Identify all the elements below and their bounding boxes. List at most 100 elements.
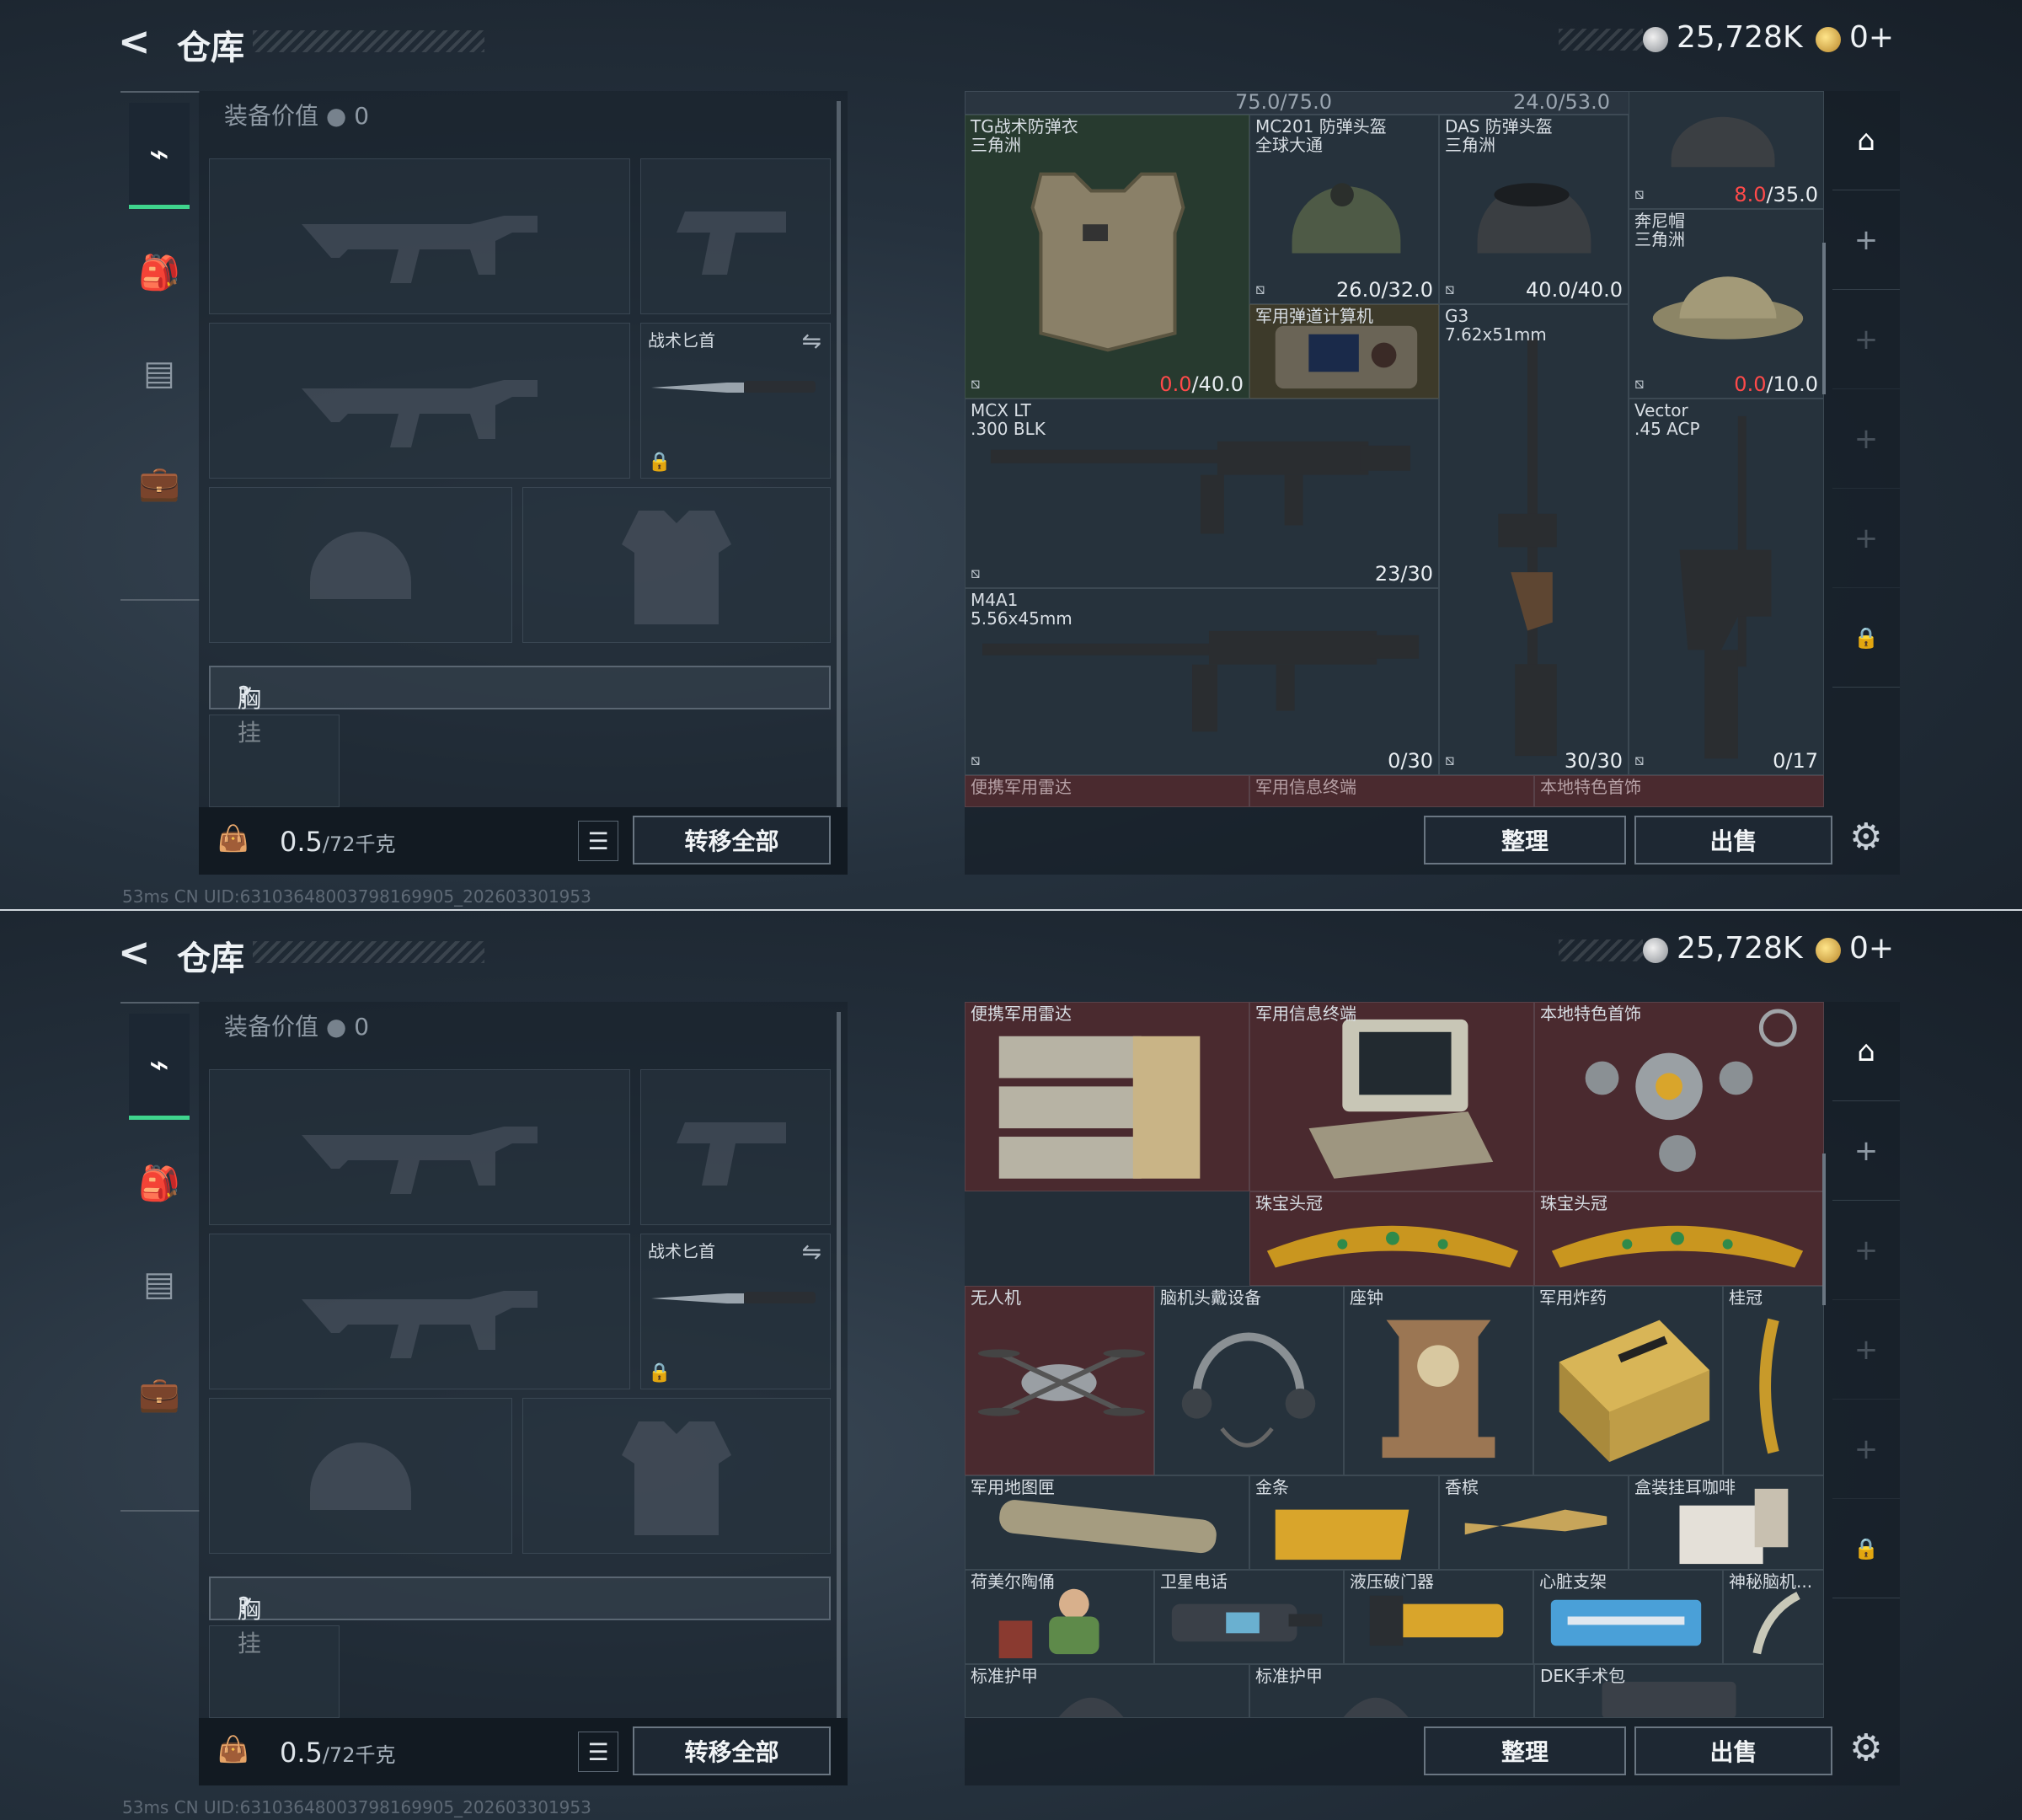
add-page-icon[interactable]: + bbox=[1832, 489, 1900, 588]
stash-item[interactable]: 军用炸药 bbox=[1533, 1286, 1723, 1475]
stash-item[interactable]: 神秘脑机... bbox=[1723, 1570, 1824, 1664]
pistol-slot[interactable] bbox=[640, 1069, 831, 1225]
chest-rig-grid[interactable] bbox=[209, 715, 340, 807]
help-icon[interactable]: ? bbox=[238, 681, 250, 709]
sell-button[interactable]: 出售 bbox=[1634, 816, 1832, 864]
stash-item[interactable]: 桂冠 bbox=[1723, 1286, 1824, 1475]
armor-slot[interactable] bbox=[522, 487, 831, 643]
screenshot-bottom: < 仓库 25,728K 0+ ⌁ 🎒 ▤ 💼 装备价值 ● 0 战术匕首 ⇋ bbox=[0, 911, 2022, 1820]
gold-balance[interactable]: 0+ bbox=[1849, 20, 1894, 55]
stash-item[interactable]: M4A1 5.56x45mm ⧅ 0/30 bbox=[965, 588, 1439, 775]
item-name: 珠宝头冠 bbox=[1540, 1193, 1607, 1213]
item-name: M4A1 5.56x45mm bbox=[971, 590, 1073, 629]
stash-item[interactable]: 标准护甲 bbox=[1249, 1664, 1534, 1718]
back-arrow-icon[interactable]: < bbox=[118, 19, 151, 64]
gear-icon[interactable]: ⚙ bbox=[1849, 816, 1882, 859]
stash-panel: 75.0/75.0 24.0/53.0 TG战术防弹衣 三角洲 ⧅ 0.0/40… bbox=[965, 91, 1900, 875]
pistol-slot[interactable] bbox=[640, 158, 831, 314]
sort-button[interactable]: 整理 bbox=[1424, 1726, 1626, 1775]
stash-item[interactable]: 无人机 bbox=[965, 1286, 1154, 1475]
case-tab-icon[interactable]: 💼 bbox=[129, 430, 190, 536]
stash-item[interactable]: 本地特色首饰 bbox=[1534, 775, 1824, 807]
knife-label: 战术匕首 bbox=[648, 330, 715, 351]
chest-rig-slot[interactable]: 胸挂 ? bbox=[209, 1576, 831, 1657]
transfer-all-button[interactable]: 转移全部 bbox=[633, 816, 831, 864]
swap-icon[interactable]: ⇋ bbox=[802, 1238, 821, 1266]
stash-item[interactable]: 卫星电话 bbox=[1154, 1570, 1344, 1664]
scrollbar[interactable] bbox=[837, 1012, 841, 1720]
gold-balance[interactable]: 0+ bbox=[1849, 931, 1894, 966]
stash-item[interactable]: 奔尼帽 三角洲 ⧅ 0.0/10.0 bbox=[1629, 209, 1824, 399]
stash-item[interactable]: 珠宝头冠 bbox=[1249, 1191, 1534, 1286]
add-page-icon[interactable]: + bbox=[1832, 1101, 1900, 1201]
add-page-icon[interactable]: + bbox=[1832, 1300, 1900, 1400]
stash-item[interactable]: 脑机头戴设备 bbox=[1154, 1286, 1344, 1475]
gear-icon[interactable]: ⚙ bbox=[1849, 1726, 1882, 1769]
back-arrow-icon[interactable]: < bbox=[118, 929, 151, 975]
transfer-all-button[interactable]: 转移全部 bbox=[633, 1726, 831, 1775]
stash-item[interactable]: 标准护甲 bbox=[965, 1664, 1249, 1718]
stash-item[interactable]: 军用地图匣 bbox=[965, 1475, 1249, 1570]
stash-item[interactable]: 本地特色首饰 bbox=[1534, 1002, 1824, 1191]
stash-item[interactable]: 军用弹道计算机 bbox=[1249, 304, 1439, 399]
stash-item[interactable]: G3 7.62x51mm ⧅ 30/30 bbox=[1439, 304, 1629, 775]
backpack-tab-icon[interactable]: 🎒 bbox=[129, 219, 190, 325]
primary-weapon-slot[interactable] bbox=[209, 1069, 630, 1225]
case-tab-icon[interactable]: 💼 bbox=[129, 1341, 190, 1447]
pistol-silhouette-icon bbox=[641, 1070, 830, 1224]
list-icon[interactable]: ☰ bbox=[578, 1732, 618, 1772]
knife-slot[interactable]: 战术匕首 ⇋ 🔒 bbox=[640, 1234, 831, 1389]
primary-weapon-slot[interactable] bbox=[209, 158, 630, 314]
weapon-tab-icon[interactable]: ⌁ bbox=[129, 103, 190, 209]
stash-item[interactable]: 便携军用雷达 bbox=[965, 775, 1249, 807]
add-page-icon[interactable]: + bbox=[1832, 389, 1900, 489]
armor-slot[interactable] bbox=[522, 1398, 831, 1554]
swap-icon[interactable]: ⇋ bbox=[802, 327, 821, 355]
add-page-icon[interactable]: + bbox=[1832, 290, 1900, 389]
sort-button[interactable]: 整理 bbox=[1424, 816, 1626, 864]
secondary-weapon-slot[interactable] bbox=[209, 323, 630, 479]
stash-item[interactable]: TG战术防弹衣 三角洲 ⧅ 0.0/40.0 bbox=[965, 115, 1249, 399]
stash-item[interactable]: Vector .45 ACP ⧅ 0/17 bbox=[1629, 399, 1824, 775]
lock-icon[interactable]: 🔒 bbox=[1832, 588, 1900, 688]
stash-item[interactable]: 荷美尔陶俑 bbox=[965, 1570, 1154, 1664]
secondary-weapon-slot[interactable] bbox=[209, 1234, 630, 1389]
stash-home-icon[interactable]: ⌂ bbox=[1832, 1002, 1900, 1101]
add-page-icon[interactable]: + bbox=[1832, 1201, 1900, 1300]
laurel-image bbox=[1759, 1318, 1779, 1454]
stash-item[interactable]: 军用信息终端 bbox=[1249, 775, 1534, 807]
backpack-tab-icon[interactable]: 🎒 bbox=[129, 1130, 190, 1236]
stash-item[interactable]: 香槟 bbox=[1439, 1475, 1629, 1570]
item-name: 珠宝头冠 bbox=[1255, 1193, 1323, 1213]
chest-rig-grid[interactable] bbox=[209, 1625, 340, 1718]
chest-rig-slot[interactable]: 胸挂 ? bbox=[209, 666, 831, 747]
helmet-slot[interactable] bbox=[209, 1398, 512, 1554]
stash-home-icon[interactable]: ⌂ bbox=[1832, 91, 1900, 190]
stash-item[interactable]: MCX LT .300 BLK ⧅ 23/30 bbox=[965, 399, 1439, 588]
sell-button[interactable]: 出售 bbox=[1634, 1726, 1832, 1775]
add-page-icon[interactable]: + bbox=[1832, 1400, 1900, 1499]
helmet-slot[interactable] bbox=[209, 487, 512, 643]
stash-item[interactable]: ⧅ 8.0/35.0 bbox=[1629, 91, 1824, 209]
stash-item[interactable]: 座钟 bbox=[1344, 1286, 1533, 1475]
knife-slot[interactable]: 战术匕首 ⇋ 🔒 bbox=[640, 323, 831, 479]
stash-item[interactable]: 心脏支架 bbox=[1533, 1570, 1723, 1664]
scrollbar[interactable] bbox=[837, 101, 841, 809]
stash-item[interactable]: DEK手术包 bbox=[1534, 1664, 1824, 1718]
stash-item[interactable]: 盒装挂耳咖啡 bbox=[1629, 1475, 1824, 1570]
stash-item[interactable]: 军用信息终端 bbox=[1249, 1002, 1534, 1191]
stash-item[interactable]: MC201 防弹头盔 全球大通 ⧅ 26.0/32.0 bbox=[1249, 115, 1439, 304]
weapon-tab-icon[interactable]: ⌁ bbox=[129, 1014, 190, 1120]
help-icon[interactable]: ? bbox=[238, 1592, 250, 1619]
stash-item[interactable]: 珠宝头冠 bbox=[1534, 1191, 1824, 1286]
add-page-icon[interactable]: + bbox=[1832, 190, 1900, 290]
no-insure-icon: ⧅ bbox=[1634, 752, 1645, 769]
stash-item[interactable]: 便携军用雷达 bbox=[965, 1002, 1249, 1191]
vest-tab-icon[interactable]: ▤ bbox=[129, 1231, 190, 1337]
list-icon[interactable]: ☰ bbox=[578, 821, 618, 861]
stash-item[interactable]: 金条 bbox=[1249, 1475, 1439, 1570]
stash-item[interactable]: 液压破门器 bbox=[1344, 1570, 1533, 1664]
vest-tab-icon[interactable]: ▤ bbox=[129, 320, 190, 426]
lock-icon[interactable]: 🔒 bbox=[1832, 1499, 1900, 1598]
stash-item[interactable]: DAS 防弹头盔 三角洲 ⧅ 40.0/40.0 bbox=[1439, 115, 1629, 304]
